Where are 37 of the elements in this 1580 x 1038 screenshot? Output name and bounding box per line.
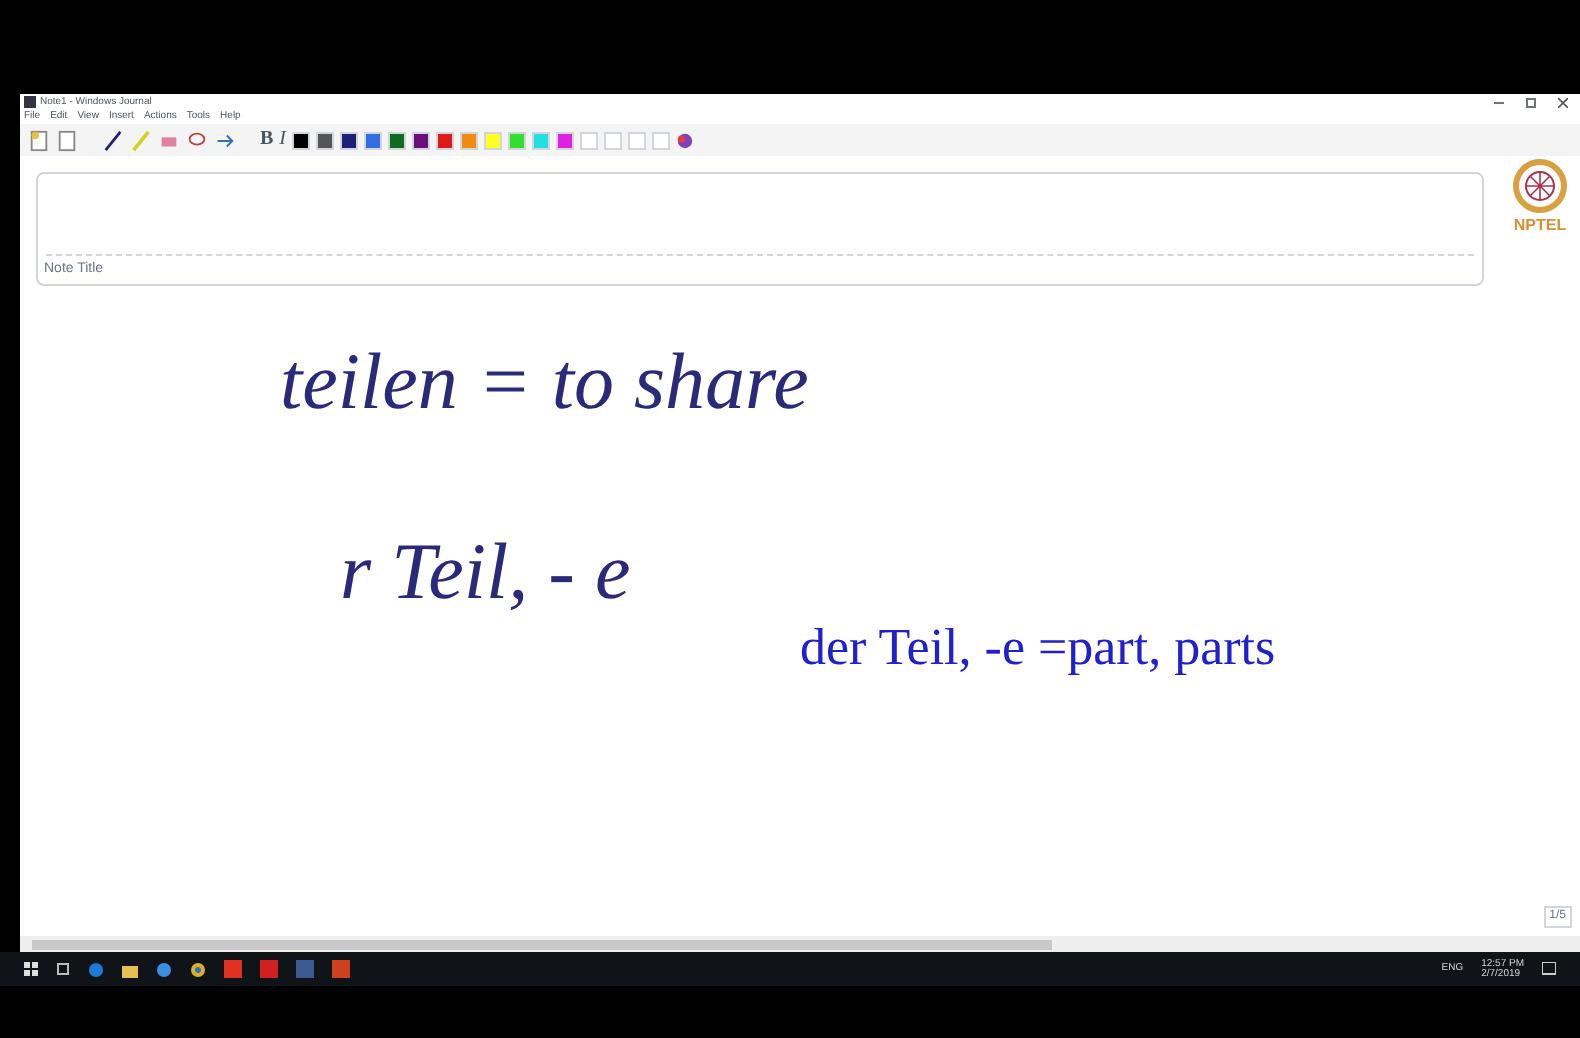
page-icon[interactable] [56,129,78,151]
horizontal-scrollbar[interactable] [20,936,1580,952]
minimize-icon[interactable] [1494,101,1504,103]
folder-icon[interactable] [122,961,138,977]
windows-start-icon[interactable] [24,962,38,976]
new-note-icon[interactable] [28,129,50,151]
italic-button[interactable]: I [279,130,287,150]
bold-button[interactable]: B [260,130,274,150]
color-swatch[interactable] [580,131,599,149]
lasso-icon[interactable] [186,129,208,151]
color-swatch[interactable] [532,131,551,149]
color-swatch[interactable] [460,131,479,149]
task-view-icon[interactable] [56,962,70,976]
color-swatch[interactable] [484,131,503,149]
color-swatch[interactable] [628,131,647,149]
color-swatch[interactable] [388,131,407,149]
color-swatch[interactable] [436,131,455,149]
app-icon[interactable] [156,961,172,977]
pen-icon[interactable] [102,129,124,151]
maximize-icon[interactable] [1526,97,1536,107]
color-swatch[interactable] [556,131,575,149]
color-swatch[interactable] [340,131,359,149]
handwritten-text: teilen = to share [280,342,811,422]
typed-text: der Teil, -e =part, parts [800,622,1276,674]
color-swatch[interactable] [364,131,383,149]
logo-text: NPTEL [1513,214,1567,238]
color-swatch[interactable] [412,131,431,149]
notification-icon[interactable] [1542,962,1556,976]
color-swatch[interactable] [316,131,335,149]
handwritten-text: r Teil, - e [340,532,633,612]
color-swatch[interactable] [604,131,623,149]
color-picker-icon[interactable] [676,131,695,149]
close-icon[interactable] [1558,97,1568,107]
color-swatch[interactable] [292,131,311,149]
color-swatch[interactable] [508,131,527,149]
wheel-logo-icon [1512,158,1568,214]
color-swatch[interactable] [652,131,671,149]
